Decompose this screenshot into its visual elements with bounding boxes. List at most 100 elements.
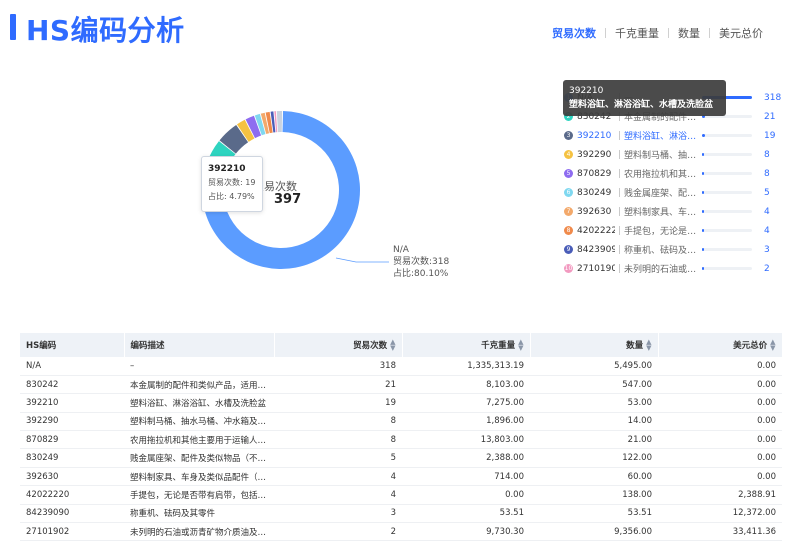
legend-separator: | — [618, 130, 622, 141]
tab-usd-total[interactable]: 美元总价 — [710, 25, 772, 41]
table-row[interactable]: 392210 塑料浴缸、淋浴浴缸、水槽及洗脸盆 19 7,275.00 53.00 0.0… — [20, 393, 782, 413]
hs-code-table: HS编码 编码描述 贸易次数 ▲ ▼ 千克重量 ▲ ▼ 数量 ▲ ▼ 美元总价 ▲ ▼ N/A –318 1,… — [20, 333, 783, 542]
sort-icon[interactable]: ▲ ▼ — [390, 339, 395, 352]
col-description-cell: – — [124, 357, 274, 376]
col-description-cell: 手提包，无论是否带有肩带，包括无把手的 — [124, 485, 274, 505]
legend-value: 3 — [764, 244, 770, 255]
slice-tooltip: 392210 贸易次数: 19 占比: 4.79% — [201, 156, 263, 212]
legend-progress-bar — [702, 134, 753, 137]
col-usd-total-header[interactable]: 美元总价 ▲ ▼ — [658, 333, 783, 357]
col-weight-cell: 1,335,313.19 — [402, 357, 530, 376]
legend-item[interactable]: 10 27101902|未列明的石油或沥青矿物介质油及制品 2 — [560, 259, 790, 278]
legend-item[interactable]: 9 84239090|称重机、砝码及其零件 3 — [560, 240, 790, 259]
legend-desc: 塑料制家具、车身及类似品配件 — [624, 208, 700, 218]
column-label: 贸易次数 — [353, 340, 388, 351]
col-trade-count-cell: 8 — [274, 430, 402, 450]
col-quantity-cell: 53.00 — [530, 393, 658, 413]
col-quantity-cell: 53.51 — [530, 504, 658, 524]
col-hs-code-cell: 870829 — [20, 430, 124, 450]
legend-item[interactable]: 7 392630 |塑料制家具、车身及类似品配件 4 — [560, 202, 790, 221]
legend-progress-fill — [702, 172, 705, 175]
legend-separator: | — [618, 244, 622, 255]
table-row[interactable]: 27101902 未列明的石油或沥青矿物介质油及制品 2 9,730.30 9,356.… — [20, 522, 782, 542]
col-quantity-cell: 5,495.00 — [530, 357, 658, 376]
legend-value: 4 — [764, 206, 770, 217]
legend-progress-bar — [702, 153, 753, 156]
legend-code: 42022220 — [577, 225, 615, 236]
legend-rank-dot: 9 — [564, 245, 573, 254]
col-weight-header[interactable]: 千克重量 ▲ ▼ — [402, 333, 531, 357]
sort-icon[interactable]: ▲ ▼ — [770, 339, 775, 352]
col-trade-count-cell: 21 — [274, 375, 402, 395]
col-description-cell: 塑料制马桶、抽水马桶、冲水箱及类似卫生用品 — [124, 412, 274, 432]
legend-progress-fill — [702, 210, 705, 213]
legend-code: 27101902 — [577, 263, 615, 274]
legend-rank-dot: 3 — [564, 131, 573, 140]
legend-item[interactable]: 3 392210 |塑料浴缸、淋浴浴缸、水槽及洗脸盆 19 — [560, 126, 790, 145]
col-hs-code-cell: 392290 — [20, 412, 124, 432]
table-row[interactable]: 392290塑料制马桶、抽水马桶、冲水箱及类似卫生用品81,896.0014.0… — [20, 412, 782, 432]
col-quantity-cell: 21.00 — [530, 430, 658, 450]
legend-item[interactable]: 8 42022220|手提包，无论是否带有肩带 4 — [560, 221, 790, 240]
col-usd-total-cell: 0.00 — [658, 412, 782, 432]
legend-value: 4 — [764, 225, 770, 236]
col-quantity-header[interactable]: 数量 ▲ ▼ — [530, 333, 659, 357]
col-weight-cell: 714.00 — [402, 467, 530, 487]
legend-separator: | — [618, 168, 622, 179]
tab-quantity[interactable]: 数量 — [669, 25, 709, 41]
col-trade-count-cell: 8 — [274, 412, 402, 432]
table-row[interactable]: 392630塑料制家具、车身及类似品配件（建筑用除外）4714.0060.000… — [20, 467, 782, 487]
table-row[interactable]: N/A –318 1,335,313.19 5,495.00 0.00 — [20, 357, 782, 376]
legend-item[interactable]: 4 392290 |塑料制马桶、抽水马桶 8 — [560, 145, 790, 164]
tab-trade-count[interactable]: 贸易次数 — [543, 25, 605, 41]
legend-progress-bar — [702, 229, 753, 232]
tab-weight-kg[interactable]: 千克重量 — [606, 25, 668, 41]
col-usd-total-cell: 2,388.91 — [658, 485, 782, 505]
donut-slice-other[interactable] — [276, 111, 283, 133]
metric-tabs: 贸易次数 千克重量 数量 美元总价 — [543, 25, 772, 41]
legend-value: 318 — [764, 92, 782, 103]
legend-hover-tooltip: 392210 塑料浴缸、淋浴浴缸、水槽及洗脸盆 — [563, 80, 726, 116]
col-usd-total-cell: 12,372.00 — [658, 504, 782, 524]
legend-item[interactable]: 6 830249 |贱金属座架、配件及类似物品 5 — [560, 183, 790, 202]
legend-rank-dot: 6 — [564, 188, 573, 197]
legend-rank-dot: 5 — [564, 169, 573, 178]
table-row[interactable]: 830242本金属制的配件和类似产品，适用于家具、门、楼梯、窗、百叶窗等218,… — [20, 375, 782, 395]
col-hs-code-cell: N/A — [20, 357, 124, 376]
column-label: HS编码 — [26, 341, 57, 351]
col-trade-count-cell: 4 — [274, 485, 402, 505]
table-row[interactable]: 870829农用拖拉机和其他主要用于运输人员的机动车辆零件813,803.002… — [20, 430, 782, 450]
column-label: 编码描述 — [130, 341, 165, 351]
legend-rank-dot: 8 — [564, 226, 573, 235]
col-usd-total-cell: 0.00 — [658, 467, 782, 487]
legend-value: 8 — [764, 149, 770, 160]
sort-icon[interactable]: ▲ ▼ — [518, 339, 523, 352]
legend-code: 84239090 — [577, 244, 615, 255]
column-label: 数量 — [626, 340, 644, 351]
legend-rank-dot: 10 — [564, 264, 573, 273]
hover-tooltip-code: 392210 — [569, 86, 604, 96]
col-trade-count-cell: 318 — [274, 357, 402, 376]
legend-separator: | — [618, 225, 622, 236]
col-usd-total-cell: 0.00 — [658, 430, 782, 450]
table-row[interactable]: 42022220手提包，无论是否带有肩带，包括无把手的40.00138.002,… — [20, 485, 782, 505]
col-hs-code-cell: 830242 — [20, 375, 124, 395]
col-weight-cell: 53.51 — [402, 504, 530, 524]
col-quantity-cell: 138.00 — [530, 485, 658, 505]
col-hs-code-header: HS编码 — [20, 333, 125, 357]
col-trade-count-cell: 2 — [274, 522, 402, 542]
legend-progress-fill — [702, 134, 706, 137]
col-hs-code-cell: 27101902 — [20, 522, 124, 542]
donut-center-value: 397 — [274, 192, 302, 207]
legend-desc: 农用拖拉机和其他主要用于运输人员 — [624, 170, 700, 180]
col-trade-count-header[interactable]: 贸易次数 ▲ ▼ — [274, 333, 403, 357]
na-callout-line — [335, 257, 389, 263]
table-row[interactable]: 830249贱金属座架、配件及类似物品（不包括家具用）52,388.00122.… — [20, 448, 782, 468]
col-description-cell: 未列明的石油或沥青矿物介质油及制品 — [124, 522, 274, 542]
legend-item[interactable]: 5 870829 |农用拖拉机和其他主要用于运输人员 8 — [560, 164, 790, 183]
col-weight-cell: 8,103.00 — [402, 375, 530, 395]
legend-progress-fill — [702, 267, 705, 270]
table-row[interactable]: 84239090 称重机、砝码及其零件 3 53.51 53.51 12,372.00 — [20, 504, 782, 524]
title-accent-bar — [10, 14, 16, 40]
sort-icon[interactable]: ▲ ▼ — [646, 339, 651, 352]
